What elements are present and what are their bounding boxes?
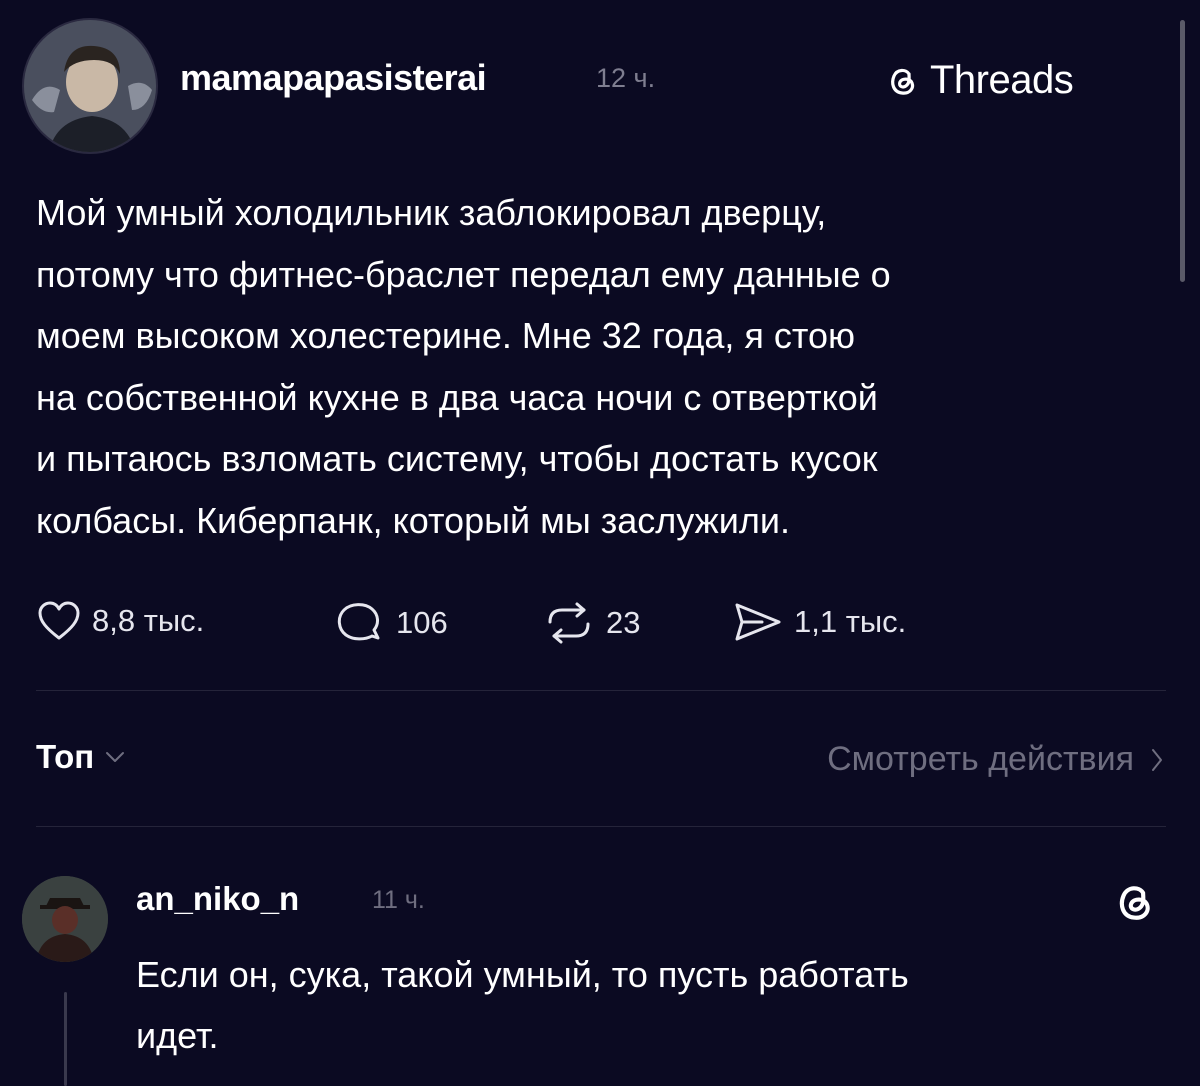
author-username[interactable]: mamapapasisterai [180,57,487,99]
view-activity-label: Смотреть действия [827,740,1134,778]
post-timestamp: 12 ч. [596,63,656,93]
like-count: 8,8 тыс. [92,603,205,638]
heart-icon [38,601,80,640]
repost-button[interactable]: 23 [542,600,640,646]
post-text-line: потому что фитнес-браслет передал ему да… [36,253,891,295]
reply-threads-button[interactable] [1108,876,1160,933]
reply-text-line: Если он, сука, такой умный, то пусть раб… [136,954,909,995]
avatar-photo [22,876,108,962]
comment-bubble-icon [337,603,380,641]
reply-author-avatar[interactable] [22,876,108,962]
sort-dropdown[interactable]: Топ [36,738,126,776]
threads-logo-icon [891,68,915,95]
post-text-line: на собственной кухне в два часа ночи с о… [36,376,878,418]
avatar-photo [24,20,156,152]
chevron-down-icon [106,752,125,762]
reply-username[interactable]: an_niko_n [136,880,299,918]
comment-count: 106 [396,605,448,640]
send-icon [735,603,781,641]
sort-label: Топ [36,738,95,775]
chevron-right-icon [1152,748,1162,771]
reply-text-line: идет. [136,1015,219,1056]
comment-button[interactable]: 106 [334,600,448,646]
post-text-line: и пытаюсь взломать систему, чтобы достат… [36,438,878,479]
like-button[interactable]: 8,8 тыс. [36,600,204,642]
post-text-line: моем высоком холестерине. Мне 32 года, я… [36,315,856,356]
repost-icon [548,602,590,644]
threads-brand[interactable]: Threads [882,58,1074,103]
author-avatar[interactable] [22,18,158,154]
scrollbar[interactable] [1180,20,1185,282]
threads-logo-icon [1119,886,1150,920]
post-text-line: колбасы. Киберпанк, который мы заслужили… [36,499,790,541]
post-text-line: Мой умный холодильник заблокировал дверц… [36,192,827,233]
divider [36,826,1166,827]
threads-brand-label: Threads [930,58,1074,102]
reply-text: Если он, сука, такой умный, то пусть раб… [136,944,1176,1066]
thread-connector-line [64,992,67,1086]
share-button[interactable]: 1,1 тыс. [732,600,906,644]
divider [36,690,1166,691]
share-count: 1,1 тыс. [794,604,907,639]
reply-timestamp: 11 ч. [372,886,425,914]
post-text: Мой умный холодильник заблокировал дверц… [36,182,1176,551]
repost-count: 23 [606,605,641,640]
view-activity-link[interactable]: Смотреть действия [827,740,1164,779]
